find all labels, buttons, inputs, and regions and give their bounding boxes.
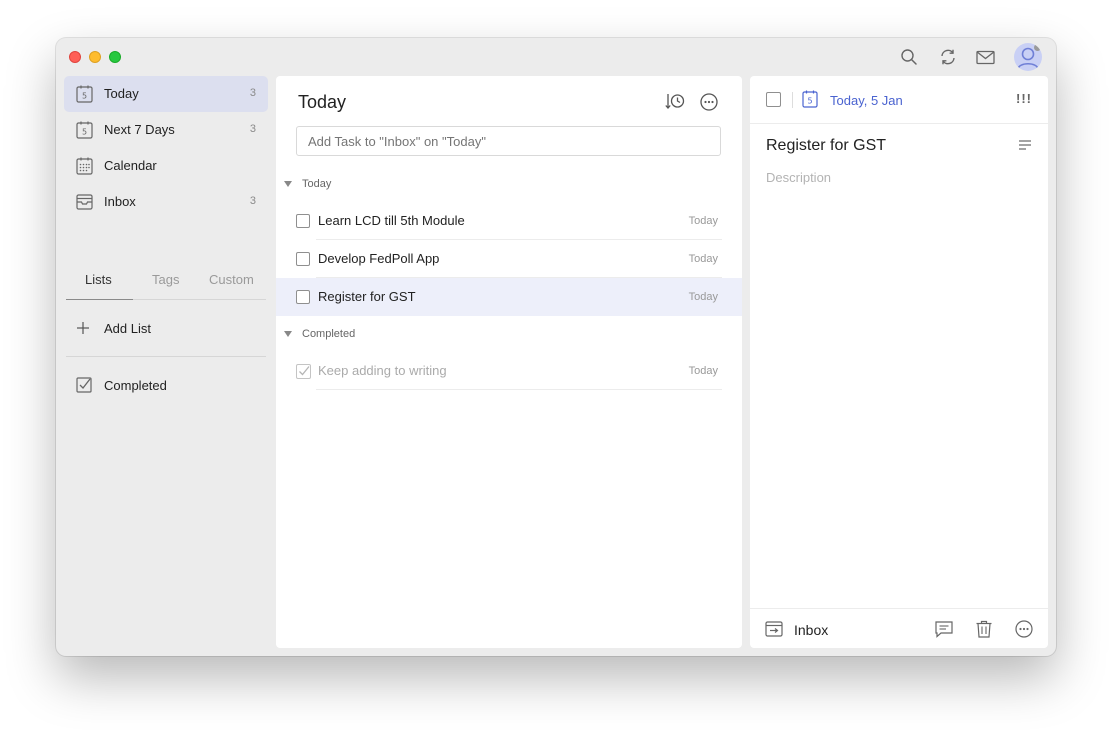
trash-icon[interactable] [974,619,994,639]
header-separator [792,92,793,108]
collapse-triangle-icon [284,331,292,337]
completed-label: Completed [104,378,167,393]
sidebar-item-count: 3 [249,195,256,207]
tab-lists[interactable]: Lists [85,272,112,287]
svg-text:5: 5 [807,97,812,106]
task-list-panel: Today Today Learn LCD till 5th Module To… [276,76,742,648]
sidebar-item-label: Inbox [104,194,136,209]
mail-icon[interactable] [975,47,995,67]
task-checkbox[interactable] [296,290,310,304]
list-name[interactable]: Inbox [794,622,828,638]
task-checkbox-checked[interactable] [296,364,311,384]
more-options-icon[interactable] [1014,619,1034,639]
task-row-selected[interactable]: Register for GST Today [276,278,742,316]
section-title: Completed [302,328,356,340]
sync-icon[interactable] [938,47,958,67]
sidebar-item-count: 3 [249,87,256,99]
section-header-today[interactable]: Today [284,178,331,190]
sidebar-item-inbox[interactable]: Inbox 3 [64,184,268,220]
move-to-list-icon[interactable] [765,620,783,643]
sidebar-item-label: Today [104,86,139,101]
text-format-icon[interactable] [1018,138,1032,156]
task-title: Develop FedPoll App [318,251,440,266]
detail-header: 5 Today, 5 Jan !!! [750,76,1048,124]
task-title: Register for GST [318,289,416,304]
add-list-label: Add List [104,321,151,336]
checkbox-checked-icon [76,377,92,398]
detail-task-checkbox[interactable] [766,92,781,107]
close-window-button[interactable] [69,51,81,63]
sidebar-item-label: Next 7 Days [104,122,175,137]
collapse-triangle-icon [284,181,292,187]
tab-tags[interactable]: Tags [152,272,179,287]
task-date: Today [688,253,718,265]
sidebar-item-label: Calendar [104,158,157,173]
section-header-completed[interactable]: Completed [284,328,355,340]
calendar-week-icon: 5 [76,121,93,139]
sidebar-divider [66,356,266,357]
sidebar-item-next-7-days[interactable]: 5 Next 7 Days 3 [64,112,268,148]
avatar[interactable] [1014,43,1042,71]
task-checkbox[interactable] [296,214,310,228]
task-row[interactable]: Develop FedPoll App Today [276,240,742,278]
detail-task-title[interactable]: Register for GST [766,137,886,155]
sidebar-item-today[interactable]: 5 Today 3 [64,76,268,112]
task-title: Learn LCD till 5th Module [318,213,465,228]
calendar-day-icon: 5 [76,85,93,103]
plus-icon [76,321,90,340]
row-divider [316,389,722,390]
task-date: Today [688,215,718,227]
comment-icon[interactable] [934,619,954,639]
page-title: Today [298,92,347,112]
task-checkbox[interactable] [296,252,310,266]
task-row-completed[interactable]: Keep adding to writing Today [276,352,742,390]
zoom-window-button[interactable] [109,51,121,63]
sidebar-item-calendar[interactable]: Calendar [64,148,268,184]
due-date-calendar-icon[interactable]: 5 [802,90,818,113]
app-window: 5 Today 3 5 Next 7 Days 3 Calendar Inbox… [56,38,1056,656]
task-date: Today [688,365,718,377]
section-title: Today [302,178,332,190]
calendar-grid-icon [76,157,93,175]
add-task-input[interactable] [296,126,721,156]
svg-text:5: 5 [82,92,87,101]
sidebar: 5 Today 3 5 Next 7 Days 3 Calendar Inbox… [56,76,276,656]
sidebar-tabs: Lists Tags Custom [66,262,266,300]
description-field[interactable]: Description [766,170,831,185]
more-options-icon[interactable] [699,92,719,112]
tab-custom[interactable]: Custom [209,272,254,287]
task-detail-panel: 5 Today, 5 Jan !!! Register for GST Desc… [750,76,1048,648]
title-bar [56,38,1056,76]
due-date-label[interactable]: Today, 5 Jan [830,93,903,108]
detail-footer: Inbox [750,608,1048,648]
sidebar-item-count: 3 [249,123,256,135]
svg-text:5: 5 [82,128,87,137]
task-row[interactable]: Learn LCD till 5th Module Today [276,202,742,240]
task-date: Today [688,291,718,303]
task-title: Keep adding to writing [318,363,447,378]
sort-by-time-icon[interactable] [665,92,685,112]
search-icon[interactable] [899,47,919,67]
active-tab-indicator [66,299,133,300]
minimize-window-button[interactable] [89,51,101,63]
priority-flag-icon[interactable]: !!! [1016,91,1032,106]
inbox-icon [76,193,93,211]
